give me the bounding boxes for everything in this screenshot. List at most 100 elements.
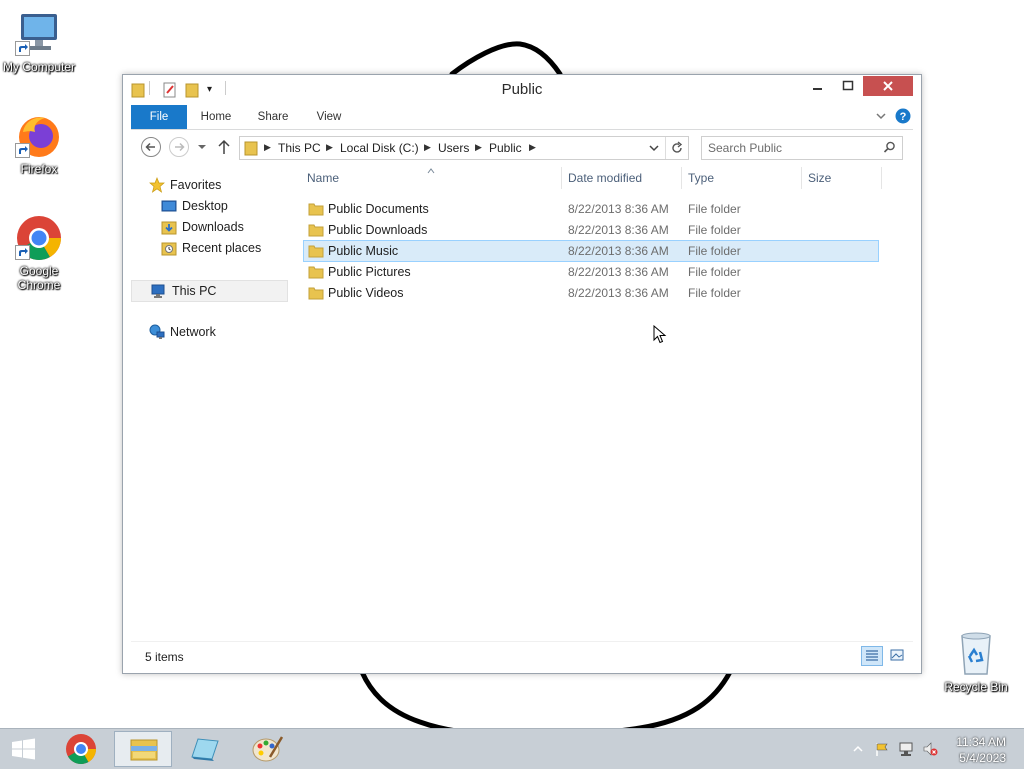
breadcrumb-separator-icon: ▶: [326, 142, 333, 152]
taskbar-app-button[interactable]: [176, 731, 234, 767]
file-name: Public Documents: [328, 202, 429, 216]
computer-icon: [15, 10, 63, 58]
shortcut-arrow-icon: [15, 143, 30, 158]
nav-item-label: Network: [170, 325, 216, 339]
maximize-button[interactable]: [833, 76, 863, 96]
svg-text:?: ?: [900, 111, 907, 123]
folder-icon: [308, 222, 324, 238]
column-divider[interactable]: [881, 167, 882, 189]
breadcrumb-users[interactable]: Users: [438, 141, 469, 155]
column-header-date-modified[interactable]: Date modified: [568, 171, 642, 185]
expand-ribbon-icon[interactable]: [875, 110, 887, 125]
recent-places-icon: [161, 240, 177, 256]
file-date: 8/22/2013 8:36 AM: [568, 223, 669, 237]
desktop-icon-label: Google Chrome: [17, 264, 61, 292]
file-type: File folder: [688, 223, 741, 237]
desktop-icon-label: My Computer: [2, 60, 76, 74]
folder-icon: [244, 140, 258, 159]
nav-item-label: Recent places: [182, 241, 262, 255]
nav-item-this-pc[interactable]: This PC: [131, 280, 288, 302]
breadcrumb-local-disk[interactable]: Local Disk (C:): [340, 141, 419, 155]
file-date: 8/22/2013 8:36 AM: [568, 244, 669, 258]
action-center-flag-icon[interactable]: [874, 741, 890, 757]
breadcrumb-separator-icon: ▶: [529, 142, 536, 152]
large-icons-view-button[interactable]: [887, 646, 907, 664]
table-row[interactable]: Public Music 8/22/2013 8:36 AM File fold…: [303, 240, 879, 262]
status-bar: 5 items: [131, 641, 913, 668]
file-type: File folder: [688, 286, 741, 300]
firefox-icon: [15, 112, 63, 160]
folder-icon: [308, 243, 324, 259]
file-name: Public Pictures: [328, 265, 411, 279]
search-box[interactable]: [701, 136, 903, 160]
show-hidden-icons-icon[interactable]: [850, 741, 866, 757]
recycle-bin-icon: [952, 630, 1000, 678]
network-status-icon[interactable]: [898, 741, 914, 757]
up-arrow-icon[interactable]: [217, 139, 231, 158]
network-icon: [149, 324, 165, 340]
title-bar[interactable]: ▾ Public: [123, 75, 921, 104]
volume-muted-icon[interactable]: [922, 741, 938, 757]
search-input[interactable]: [708, 141, 878, 155]
breadcrumb-separator-icon: ▶: [264, 142, 271, 152]
tab-view[interactable]: View: [309, 105, 349, 129]
close-button[interactable]: [863, 76, 913, 96]
refresh-icon[interactable]: [670, 141, 684, 158]
breadcrumb-this-pc[interactable]: This PC: [278, 141, 321, 155]
this-pc-icon: [150, 283, 166, 299]
taskbar-chrome-button[interactable]: [52, 731, 110, 767]
taskbar-file-explorer-button[interactable]: [114, 731, 172, 767]
minimize-button[interactable]: [803, 76, 833, 96]
tab-file[interactable]: File: [131, 105, 187, 129]
address-dropdown-icon[interactable]: [648, 142, 660, 157]
column-divider[interactable]: [561, 167, 562, 189]
taskbar-paint-button[interactable]: [238, 731, 296, 767]
star-icon: [149, 177, 165, 193]
taskbar: 11:34 AM 5/4/2023: [0, 728, 1024, 769]
search-icon[interactable]: [883, 141, 896, 157]
column-header-type[interactable]: Type: [688, 171, 714, 185]
breadcrumb-separator-icon: ▶: [475, 142, 482, 152]
folder-icon: [308, 285, 324, 301]
column-header-name[interactable]: Name: [307, 171, 339, 185]
breadcrumb-separator-icon: ▶: [424, 142, 431, 152]
column-divider[interactable]: [681, 167, 682, 189]
desktop-icon-recycle-bin[interactable]: Recycle Bin: [936, 630, 1016, 694]
file-name: Public Downloads: [328, 223, 428, 237]
start-button[interactable]: [4, 731, 44, 767]
desktop-icon-label: Recycle Bin: [944, 680, 1008, 694]
file-type: File folder: [688, 202, 741, 216]
nav-item-label: Desktop: [182, 199, 228, 213]
details-view-button[interactable]: [861, 646, 883, 666]
forward-button[interactable]: [169, 137, 189, 157]
clock-date[interactable]: 5/4/2023: [959, 751, 1006, 765]
tab-share[interactable]: Share: [251, 105, 295, 129]
desktop-icon-google-chrome[interactable]: Google Chrome: [0, 214, 78, 292]
nav-item-label: Downloads: [182, 220, 244, 234]
table-row[interactable]: Public Videos 8/22/2013 8:36 AM File fol…: [304, 283, 878, 303]
back-button[interactable]: [141, 137, 161, 157]
table-row[interactable]: Public Downloads 8/22/2013 8:36 AM File …: [304, 220, 878, 240]
table-row[interactable]: Public Documents 8/22/2013 8:36 AM File …: [304, 199, 878, 219]
breadcrumb-public[interactable]: Public: [489, 141, 522, 155]
desktop-icon-firefox[interactable]: Firefox: [0, 112, 78, 176]
downloads-icon: [161, 219, 177, 235]
column-divider[interactable]: [801, 167, 802, 189]
desktop-icon-my-computer[interactable]: My Computer: [0, 10, 78, 74]
shortcut-arrow-icon: [15, 41, 30, 56]
table-row[interactable]: Public Pictures 8/22/2013 8:36 AM File f…: [304, 262, 878, 282]
tab-home[interactable]: Home: [195, 105, 237, 129]
folder-icon: [308, 201, 324, 217]
ribbon-tabs: File Home Share View ?: [131, 105, 913, 130]
file-name: Public Videos: [328, 286, 404, 300]
clock-time[interactable]: 11:34 AM: [956, 735, 1006, 749]
recent-locations-icon[interactable]: [197, 141, 207, 155]
desktop-icon-label: Firefox: [20, 162, 58, 176]
file-date: 8/22/2013 8:36 AM: [568, 265, 669, 279]
help-icon[interactable]: ?: [895, 108, 911, 127]
address-bar[interactable]: ▶ This PC ▶ Local Disk (C:) ▶ Users ▶ Pu…: [239, 136, 689, 160]
desktop-icon: [161, 198, 177, 214]
column-header-size[interactable]: Size: [808, 171, 831, 185]
nav-item-label: This PC: [172, 284, 217, 298]
chrome-icon: [15, 214, 63, 262]
